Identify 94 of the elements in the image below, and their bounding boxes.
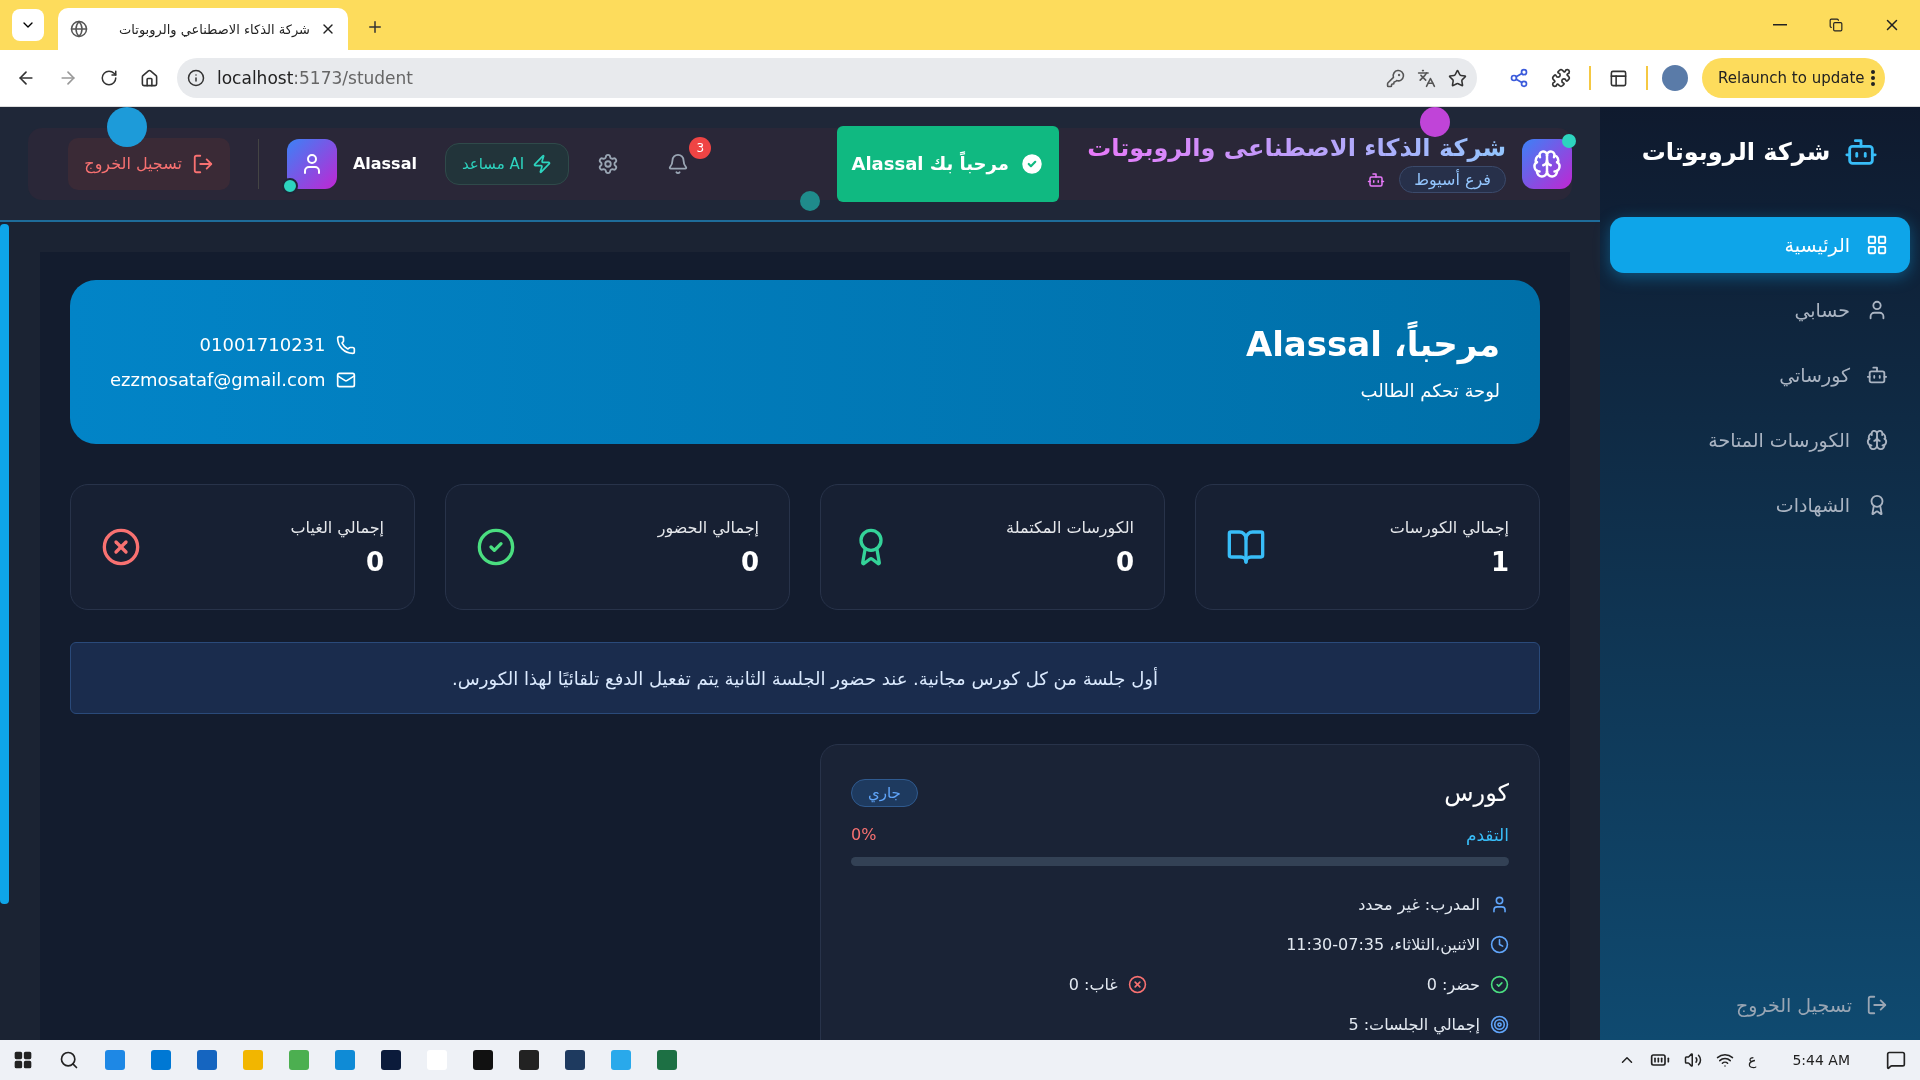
robot-icon — [1367, 170, 1386, 189]
progress-value: 0% — [851, 825, 877, 845]
stat-label: إجمالي الغياب — [290, 517, 384, 537]
sidebar-title: شركة الروبوتات — [1641, 138, 1831, 166]
clock-time[interactable]: 5:44 AM — [1792, 1052, 1850, 1068]
user-name: Alassal — [352, 154, 417, 173]
stat-value: 0 — [1114, 546, 1134, 577]
lightning-icon — [532, 153, 553, 174]
settings-icon — [597, 152, 620, 175]
check-circle-icon — [1490, 974, 1509, 994]
email-address: ezzmosataf@gmail.com — [110, 369, 356, 390]
wifi-icon[interactable] — [1716, 1051, 1735, 1069]
restore-icon — [1829, 18, 1843, 32]
volume-icon[interactable] — [1684, 1051, 1703, 1069]
app-icon — [197, 1050, 217, 1070]
reload-icon — [100, 69, 118, 87]
tab-title: شركة الذكاء الاصطناعي والروبوتات — [118, 21, 310, 37]
user-avatar[interactable] — [286, 138, 337, 189]
app-icon — [565, 1050, 585, 1070]
phone-number: 01001710231 — [199, 334, 356, 355]
notification-count: 3 — [689, 136, 712, 159]
address-bar[interactable]: localhost:5173/student — [177, 58, 1477, 98]
logout-link[interactable]: تسجيل الخروج — [1610, 994, 1910, 1016]
progress-label: التقدم — [1465, 825, 1509, 845]
menu-item-icon — [1866, 234, 1888, 256]
app-icon — [243, 1050, 263, 1070]
key-icon[interactable] — [1386, 68, 1405, 88]
ai-assistant-button[interactable]: AI مساعد — [444, 142, 570, 185]
branch-tag: فرع أسيوط — [1399, 166, 1506, 193]
relaunch-button[interactable]: Relaunch to update — [1702, 58, 1885, 98]
home-icon — [140, 68, 159, 88]
app-icon — [151, 1050, 171, 1070]
online-dot — [281, 177, 298, 194]
app-icon — [289, 1050, 309, 1070]
app-icon — [335, 1050, 355, 1070]
minimize-icon — [1773, 24, 1787, 26]
present-count: حضر: 0 — [1426, 974, 1509, 994]
app-icon — [473, 1050, 493, 1070]
course-info: إجمالي الجلسات: 5 — [1348, 1014, 1509, 1034]
input-language[interactable]: ع — [1748, 1052, 1757, 1068]
sidebar-item[interactable]: كورساتي — [1610, 347, 1910, 403]
stat-value: 1 — [1489, 546, 1509, 577]
profile-avatar[interactable] — [1662, 65, 1688, 91]
greeting: مرحباً، Alassal — [1245, 323, 1500, 364]
menu-item-icon — [1866, 429, 1888, 451]
app-icon — [381, 1050, 401, 1070]
star-icon[interactable] — [1448, 68, 1467, 88]
app-icon — [519, 1050, 539, 1070]
clock-icon — [1490, 934, 1509, 954]
course-info: المدرب: غير محدد — [1358, 894, 1509, 914]
tab-list-button[interactable] — [12, 9, 44, 41]
url-text: localhost:5173/student — [217, 68, 415, 88]
stat-value: 0 — [364, 546, 384, 577]
free-session-notice: أول جلسة من كل كورس مجانية. عند حضور الجلسة الثانية يتم تفعيل الدفع تلقائيًا لهذا الكورس. — [70, 642, 1540, 714]
stat-value: 0 — [739, 546, 759, 577]
reading-list-icon — [1609, 68, 1628, 88]
sidebar-item[interactable]: الشهادات — [1610, 477, 1910, 533]
app-icon — [611, 1050, 631, 1070]
welcome-toast: مرحباً بك Alassal — [837, 125, 1060, 202]
status-tag: جاري — [851, 779, 918, 807]
sidebar-item[interactable]: حسابي — [1610, 282, 1910, 338]
translate-icon[interactable] — [1417, 68, 1436, 88]
stat-label: الكورسات المكتملة — [1006, 517, 1134, 537]
windows-icon — [13, 1050, 33, 1070]
app-icon — [657, 1050, 677, 1070]
check-circle-icon — [476, 527, 516, 567]
course-title: كورس — [1444, 779, 1509, 807]
info-icon — [187, 69, 205, 87]
notifications-button[interactable] — [667, 152, 690, 175]
globe-icon — [70, 20, 88, 38]
stat-label: إجمالي الحضور — [657, 517, 759, 537]
menu-item-icon — [1866, 364, 1888, 386]
settings-button[interactable] — [597, 152, 620, 175]
dashboard-subtitle: لوحة تحكم الطالب — [1359, 379, 1500, 401]
course-info: الاثنين،الثلاثاء، 07:35-11:30 — [1286, 934, 1509, 954]
logout-icon — [1866, 994, 1888, 1016]
logout-button[interactable]: تسجيل الخروج — [68, 137, 230, 190]
logout-icon — [191, 152, 214, 175]
phone-icon — [335, 334, 356, 355]
more-icon — [1870, 70, 1875, 86]
absent-count: غاب: 0 — [1068, 974, 1147, 994]
search-icon — [59, 1050, 79, 1070]
plus-icon — [366, 18, 384, 36]
stat-label: إجمالي الكورسات — [1389, 517, 1509, 537]
puzzle-icon — [1551, 68, 1571, 88]
target-icon — [1490, 1014, 1509, 1034]
sidebar-item[interactable]: الكورسات المتاحة — [1610, 412, 1910, 468]
x-circle-icon — [101, 527, 141, 567]
bell-icon — [667, 152, 690, 175]
user-icon — [1490, 894, 1509, 914]
notifications-icon[interactable] — [1886, 1050, 1906, 1070]
x-circle-icon — [1127, 974, 1147, 994]
browser-tab[interactable]: شركة الذكاء الاصطناعي والروبوتات — [58, 8, 348, 50]
app-icon — [105, 1050, 125, 1070]
